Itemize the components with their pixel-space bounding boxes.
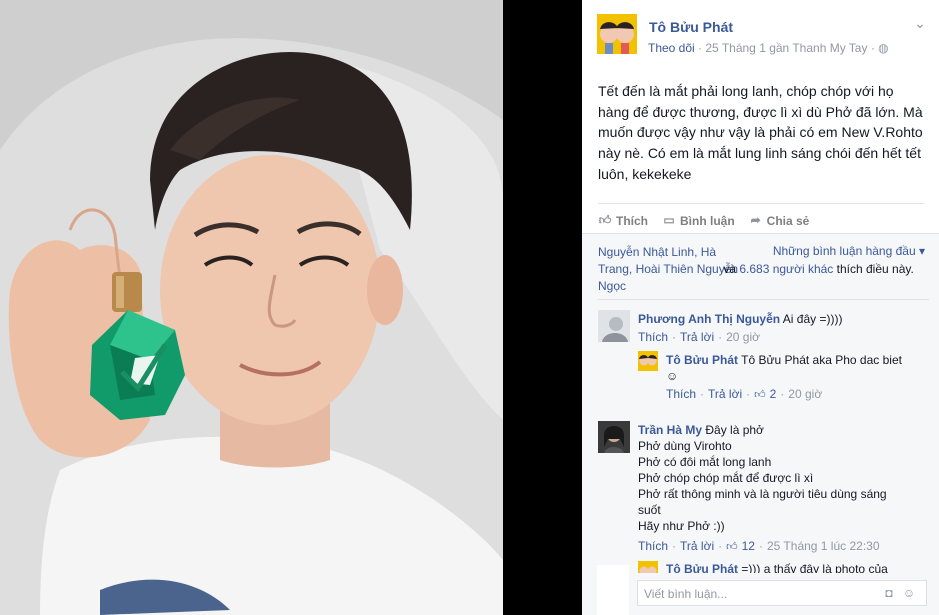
post-photo[interactable]: [0, 0, 503, 615]
reply-like-link[interactable]: Thích: [666, 387, 696, 401]
commenter-avatar[interactable]: [598, 421, 630, 453]
comment-text: Trần Hà My Đây là phở Phở dùng Virohto P…: [638, 422, 908, 534]
likes-others-line: và 6.683 người khác thích điều này.: [598, 261, 928, 278]
share-label: Chia sẻ: [766, 213, 810, 228]
comment-actions: Thích · Trả lời · 20 giờ: [638, 330, 760, 344]
reply-reply-link[interactable]: Trả lời: [708, 387, 742, 401]
comment-line: Hãy như Phở :)): [638, 519, 725, 533]
comment-time[interactable]: 25 Tháng 1 lúc 22:30: [767, 539, 880, 553]
reply-actions: Thích · Trả lời · 👍︎ 2 · 20 giờ: [666, 387, 823, 401]
comment-line: Phở dùng Virohto: [638, 439, 732, 453]
post-text: Tết đến là mắt phải long lanh, chóp chóp…: [598, 83, 923, 182]
reply-time[interactable]: 20 giờ: [788, 387, 822, 401]
photo-illustration: [0, 0, 503, 615]
top-comments-dropdown[interactable]: Những bình luận hàng đầu ▾: [773, 244, 925, 258]
emoji-icon[interactable]: ☺: [902, 586, 916, 600]
reply-text: Tô Bửu Phát Tô Bửu Phát aka Pho dac biet…: [666, 352, 916, 384]
comment-like-link[interactable]: Thích: [638, 330, 668, 344]
post-meta: Theo dõi · 25 Tháng 1 gần Thanh My Tay ·…: [648, 41, 889, 55]
divider: [598, 299, 929, 300]
comment-time[interactable]: 20 giờ: [726, 330, 760, 344]
comment-reply-link[interactable]: Trả lời: [680, 330, 714, 344]
reply-item: Tô Bửu Phát Tô Bửu Phát aka Pho dac biet…: [638, 351, 928, 411]
thumbs-up-icon: 👍︎: [598, 213, 612, 227]
thumbs-up-icon: 👍︎: [754, 388, 766, 401]
comment-line: Phở rất thông minh và là người tiêu dùng…: [638, 487, 887, 517]
share-icon: ➦: [750, 213, 761, 227]
replier-name[interactable]: Tô Bửu Phát: [666, 353, 738, 367]
replier-name[interactable]: Tô Bửu Phát: [666, 562, 738, 573]
comment-reply-link[interactable]: Trả lời: [680, 539, 714, 553]
reply-text: Tô Bửu Phát =))) a thấy đây là photo của: [666, 561, 916, 573]
likes-suffix: thích điều này.: [833, 262, 914, 276]
author-name[interactable]: Tô Bửu Phát: [649, 19, 733, 35]
author-avatar[interactable]: [597, 14, 637, 54]
commenter-name[interactable]: Trần Hà My: [638, 423, 702, 437]
photo-letterbox: [503, 0, 582, 615]
thumbs-up-icon: 👍︎: [726, 540, 738, 553]
globe-icon: ◍: [878, 41, 889, 55]
comment-line: Đây là phở: [702, 423, 764, 437]
commenter-avatar-image: [598, 310, 630, 342]
replier-avatar-image: [638, 561, 658, 573]
comment-label: Bình luận: [680, 213, 735, 228]
replier-avatar[interactable]: [638, 561, 658, 573]
reply-item: Tô Bửu Phát =))) a thấy đây là photo của: [638, 559, 928, 573]
comment-like-count[interactable]: 12: [742, 539, 755, 553]
reply-like-count[interactable]: 2: [770, 387, 777, 401]
camera-icon[interactable]: ◘: [882, 586, 896, 600]
comment-icon: ▭: [663, 213, 675, 227]
comment-line: Phở chóp chóp mắt để được lì xì: [638, 471, 814, 485]
like-button[interactable]: 👍︎ Thích: [598, 214, 648, 228]
commenter-name[interactable]: Phương Anh Thị Nguyễn: [638, 312, 780, 326]
comment-item: Trần Hà My Đây là phở Phở dùng Virohto P…: [598, 421, 928, 561]
comment-line: Phở có đôi mắt long lanh: [638, 455, 772, 469]
replier-avatar-image: [638, 351, 658, 371]
comment-content: Ai đây =)))): [780, 312, 843, 326]
comment-composer[interactable]: ◘ ☺: [637, 580, 927, 606]
post-timestamp-location[interactable]: · 25 Tháng 1 gần Thanh My Tay ·: [695, 41, 878, 55]
comment-like-link[interactable]: Thích: [638, 539, 668, 553]
comment-button[interactable]: ▭ Bình luận: [662, 213, 735, 228]
chevron-down-icon[interactable]: ⌄: [913, 16, 927, 30]
likes-connector: và: [720, 262, 740, 276]
avatar-image: [597, 14, 637, 54]
commenter-avatar-image: [598, 421, 630, 453]
follow-link[interactable]: Theo dõi: [648, 41, 695, 55]
photo-viewer[interactable]: [0, 0, 582, 615]
post-actions: 👍︎ Thích ▭ Bình luận ➦ Chia sẻ: [598, 203, 925, 233]
likes-others[interactable]: 6.683 người khác: [739, 262, 833, 276]
current-user-avatar-area: [597, 565, 629, 615]
like-label: Thích: [616, 213, 648, 228]
reply-content: =))) a thấy đây là photo của: [738, 562, 888, 573]
commenter-avatar[interactable]: [598, 310, 630, 342]
comment-actions: Thích · Trả lời · 👍︎ 12 · 25 Tháng 1 lúc 22:…: [638, 539, 880, 553]
post-header: Tô Bửu Phát Theo dõi · 25 Tháng 1 gần Th…: [597, 14, 927, 64]
replier-avatar[interactable]: [638, 351, 658, 371]
feedback-section: Nguyễn Nhật Linh, Hà Trang, Hoài Thiên N…: [582, 233, 939, 615]
comment-text: Phương Anh Thị Nguyễn Ai đây =)))): [638, 311, 928, 327]
share-button[interactable]: ➦ Chia sẻ: [749, 214, 810, 228]
comment-input[interactable]: [644, 585, 874, 603]
